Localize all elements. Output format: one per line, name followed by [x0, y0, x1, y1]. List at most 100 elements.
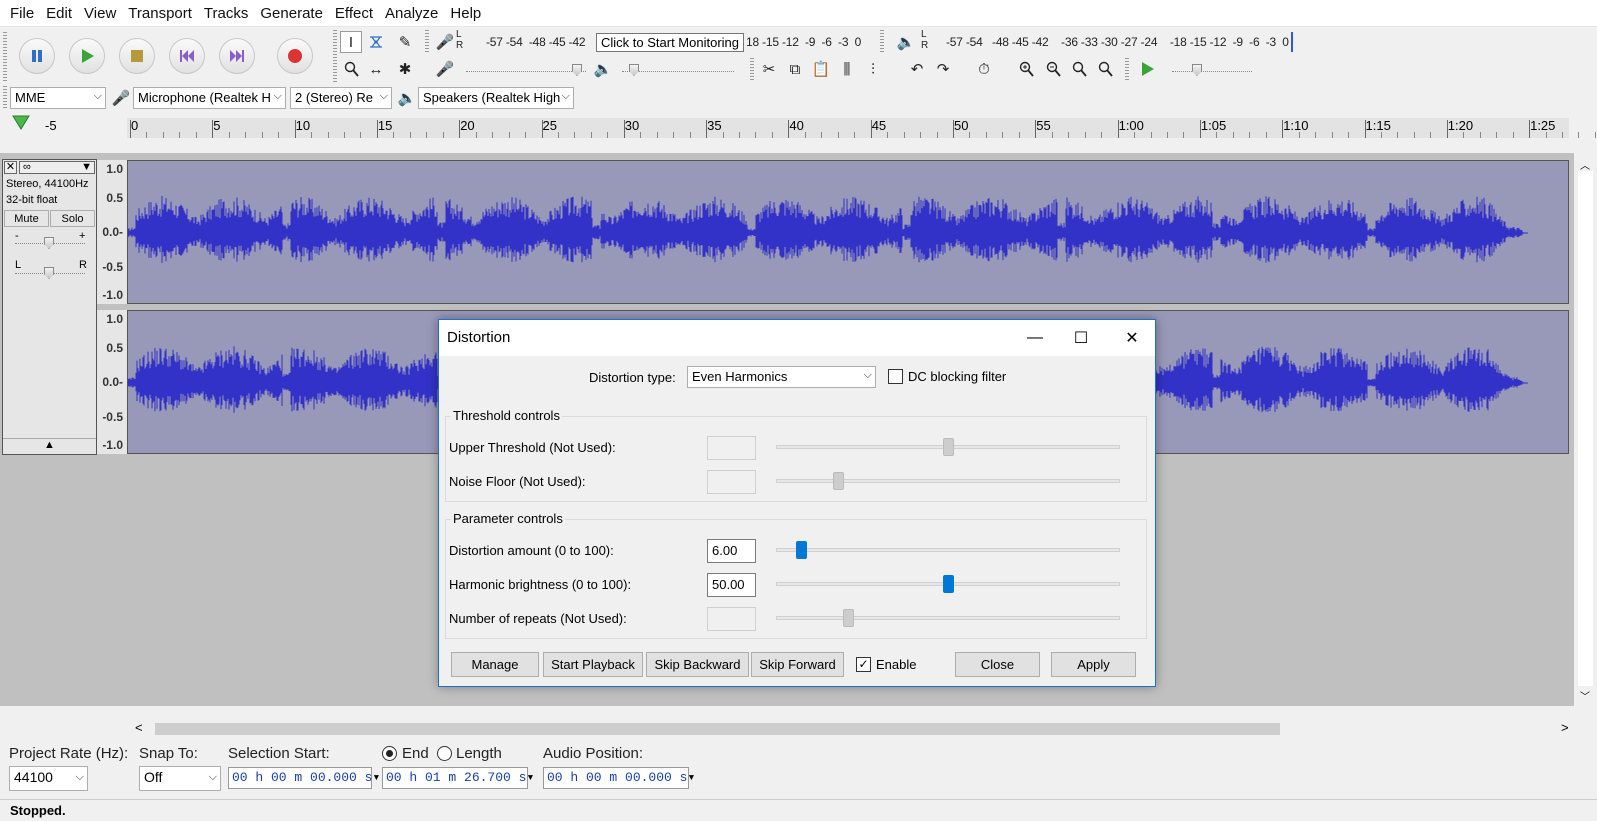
- monitoring-tooltip[interactable]: Click to Start Monitoring: [596, 33, 744, 52]
- collapse-track-icon[interactable]: ▲: [3, 438, 96, 454]
- record-meter-mic-icon[interactable]: 🎤: [434, 31, 456, 53]
- menu-help[interactable]: Help: [444, 0, 487, 27]
- cut-icon[interactable]: ✂: [758, 58, 780, 80]
- dc-blocking-checkbox[interactable]: [888, 369, 903, 384]
- playback-meter-speaker-icon[interactable]: 🔈: [895, 31, 917, 53]
- play-speed-slider[interactable]: [1172, 71, 1252, 72]
- toolbar-grip[interactable]: [333, 30, 337, 82]
- skip-start-button[interactable]: [169, 38, 205, 74]
- playback-device-select[interactable]: Speakers (Realtek High ⌵: [418, 87, 574, 109]
- selection-tool-icon[interactable]: I: [340, 31, 362, 53]
- scroll-down-icon[interactable]: ﹀: [1580, 688, 1590, 703]
- dc-blocking-label: DC blocking filter: [908, 369, 1007, 384]
- zoom-out-icon[interactable]: [1042, 58, 1064, 80]
- enable-checkbox[interactable]: ✓: [856, 657, 871, 672]
- fit-project-icon[interactable]: [1094, 58, 1116, 80]
- recording-device-select[interactable]: Microphone (Realtek H ⌵: [133, 87, 286, 109]
- silence-audio-icon[interactable]: ⫶: [862, 58, 884, 80]
- length-radio[interactable]: [437, 746, 452, 761]
- menu-transport[interactable]: Transport: [122, 0, 198, 27]
- envelope-tool-icon[interactable]: [365, 31, 387, 53]
- redo-icon[interactable]: ↷: [932, 58, 954, 80]
- pan-slider-thumb[interactable]: [44, 267, 54, 279]
- record-volume-slider[interactable]: [466, 71, 586, 72]
- play-button[interactable]: [69, 38, 105, 74]
- snap-to-select[interactable]: Off ⌵: [139, 766, 221, 791]
- zoom-in-icon[interactable]: [1015, 58, 1037, 80]
- selection-end-time[interactable]: 00 h 01 m 26.700 s▾: [382, 767, 534, 789]
- gain-slider-thumb[interactable]: [44, 237, 54, 249]
- menu-edit[interactable]: Edit: [40, 0, 78, 27]
- scroll-right-icon[interactable]: >: [1561, 720, 1569, 735]
- copy-icon[interactable]: ⧉: [784, 58, 806, 80]
- mute-button[interactable]: Mute: [4, 210, 49, 227]
- harmonic-brightness-input[interactable]: 50.00: [707, 573, 756, 597]
- toolbar-grip[interactable]: [3, 32, 7, 82]
- stop-button[interactable]: [119, 38, 155, 74]
- record-button[interactable]: [277, 38, 313, 74]
- distortion-type-select[interactable]: Even Harmonics ⌵: [687, 366, 876, 388]
- menu-effect[interactable]: Effect: [329, 0, 379, 27]
- skip-forward-button[interactable]: Skip Forward: [751, 652, 844, 677]
- project-rate-select[interactable]: 44100 ⌵: [9, 766, 88, 791]
- toolbar-grip[interactable]: [880, 30, 884, 54]
- close-button[interactable]: Close: [955, 652, 1040, 677]
- selection-start-time[interactable]: 00 h 00 m 00.000 s▾: [228, 767, 380, 789]
- timeline-play-head-icon[interactable]: [12, 115, 30, 131]
- start-playback-button[interactable]: Start Playback: [543, 652, 643, 677]
- distortion-amount-input[interactable]: 6.00: [707, 539, 756, 563]
- close-window-button[interactable]: ✕: [1109, 320, 1155, 356]
- distortion-amount-slider[interactable]: [776, 548, 1120, 552]
- waveform-left-channel[interactable]: [127, 160, 1569, 304]
- record-volume-thumb[interactable]: [572, 64, 582, 76]
- solo-button[interactable]: Solo: [50, 210, 95, 227]
- maximize-button[interactable]: ☐: [1058, 320, 1104, 356]
- pause-button[interactable]: [19, 38, 55, 74]
- apply-button[interactable]: Apply: [1051, 652, 1136, 677]
- manage-button[interactable]: Manage: [451, 652, 539, 677]
- timeshift-tool-icon[interactable]: ↔: [365, 58, 387, 80]
- toolbar-grip[interactable]: [425, 30, 429, 54]
- menu-generate[interactable]: Generate: [254, 0, 329, 27]
- trim-audio-icon[interactable]: ⫼: [836, 58, 858, 80]
- minimize-button[interactable]: —: [1012, 320, 1058, 356]
- recording-channels-select[interactable]: 2 (Stereo) Re ⌵: [290, 87, 392, 109]
- audio-host-select[interactable]: MME ⌵: [10, 87, 106, 109]
- play-at-speed-icon[interactable]: [1136, 58, 1158, 80]
- fit-selection-icon[interactable]: [1068, 58, 1090, 80]
- end-radio[interactable]: [382, 746, 397, 761]
- skip-end-button[interactable]: [219, 38, 255, 74]
- menu-file[interactable]: File: [4, 0, 40, 27]
- toolbar-grip[interactable]: [1125, 58, 1129, 82]
- menu-analyze[interactable]: Analyze: [379, 0, 444, 27]
- close-track-icon[interactable]: ✕: [4, 161, 17, 174]
- distortion-amount-thumb[interactable]: [796, 541, 807, 559]
- scroll-left-icon[interactable]: <: [135, 720, 143, 735]
- skip-backward-button[interactable]: Skip Backward: [646, 652, 749, 677]
- timeline-ruler[interactable]: -5 0 5 10 15 20 25 30 35 40 45 50 55 1:00 1:05 1:10 1:15…: [0, 112, 1597, 152]
- dialog-titlebar[interactable]: Distortion — ☐ ✕: [439, 320, 1155, 356]
- track-name-menu[interactable]: ∞ ▼: [19, 161, 95, 174]
- ruler-tick-label: 20: [460, 118, 475, 133]
- horizontal-scrollbar[interactable]: < >: [127, 720, 1574, 737]
- sync-lock-icon[interactable]: ⏱: [973, 58, 995, 80]
- multi-tool-icon[interactable]: ✱: [394, 58, 416, 80]
- harmonic-brightness-thumb[interactable]: [943, 575, 954, 593]
- vertical-scrollbar[interactable]: ︿ ﹀: [1574, 153, 1597, 706]
- playback-volume-thumb[interactable]: [629, 64, 639, 76]
- play-speed-thumb[interactable]: [1192, 64, 1202, 76]
- paste-icon[interactable]: 📋: [810, 58, 832, 80]
- toolbar-grip[interactable]: [750, 58, 754, 82]
- draw-tool-icon[interactable]: ✎: [394, 31, 416, 53]
- undo-icon[interactable]: ↶: [906, 58, 928, 80]
- ruler-minor-tick: [1183, 132, 1185, 138]
- audio-position-time[interactable]: 00 h 00 m 00.000 s▾: [543, 767, 695, 789]
- ruler-tick: [459, 120, 461, 138]
- scroll-up-icon[interactable]: ︿: [1580, 157, 1590, 172]
- menu-tracks[interactable]: Tracks: [198, 0, 254, 27]
- toolbar-grip[interactable]: [3, 86, 7, 108]
- zoom-tool-icon[interactable]: [340, 58, 362, 80]
- menu-view[interactable]: View: [78, 0, 122, 27]
- track-format: Stereo, 44100Hz: [6, 178, 89, 190]
- horizontal-scroll-thumb[interactable]: [155, 723, 1280, 735]
